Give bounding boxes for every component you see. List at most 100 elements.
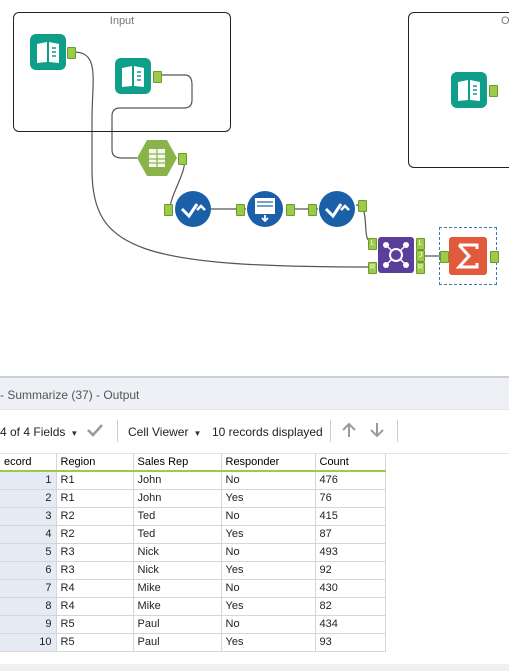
join-output-anchor[interactable]: J xyxy=(416,250,425,262)
cell-record[interactable]: 1 xyxy=(0,471,57,490)
table-row[interactable]: 4 R2 Ted Yes 87 xyxy=(0,525,386,544)
input-anchor[interactable] xyxy=(164,204,173,216)
left-output-anchor[interactable]: L xyxy=(416,238,425,250)
cell-responder[interactable]: No xyxy=(221,507,316,526)
cell-sales-rep[interactable]: Paul xyxy=(133,633,222,652)
cell-responder[interactable]: Yes xyxy=(221,525,316,544)
output-anchor[interactable] xyxy=(178,153,187,165)
cell-responder[interactable]: No xyxy=(221,615,316,634)
input-data-tool[interactable] xyxy=(451,72,498,111)
table-row[interactable]: 10 R5 Paul Yes 93 xyxy=(0,633,386,652)
move-up-button[interactable] xyxy=(340,421,358,442)
table-row[interactable]: 1 R1 John No 476 xyxy=(0,471,386,490)
cell-record[interactable]: 7 xyxy=(0,579,57,598)
cell-sales-rep[interactable]: Mike xyxy=(133,597,222,616)
column-header-count[interactable]: Count xyxy=(315,454,386,472)
input-data-tool[interactable] xyxy=(115,58,162,97)
cell-viewer-dropdown[interactable]: Cell Viewer ▼ xyxy=(128,425,201,439)
cell-record[interactable]: 6 xyxy=(0,561,57,580)
output-anchor[interactable] xyxy=(358,200,367,212)
cell-sales-rep[interactable]: Nick xyxy=(133,543,222,562)
table-row[interactable]: 3 R2 Ted No 415 xyxy=(0,507,386,526)
cell-responder[interactable]: Yes xyxy=(221,561,316,580)
cell-record[interactable]: 10 xyxy=(0,633,57,652)
cell-sales-rep[interactable]: Ted xyxy=(133,507,222,526)
cell-count[interactable]: 434 xyxy=(315,615,386,634)
cell-sales-rep[interactable]: John xyxy=(133,471,222,490)
right-output-anchor[interactable]: R xyxy=(416,262,425,274)
cell-count[interactable]: 93 xyxy=(315,633,386,652)
cell-record[interactable]: 5 xyxy=(0,543,57,562)
cell-responder[interactable]: No xyxy=(221,543,316,562)
input-anchor[interactable] xyxy=(440,251,449,263)
input-data-tool[interactable] xyxy=(30,34,76,73)
input-anchor[interactable] xyxy=(236,204,245,216)
cell-responder[interactable]: Yes xyxy=(221,633,316,652)
column-header-sales-rep[interactable]: Sales Rep xyxy=(133,454,222,472)
cell-region[interactable]: R4 xyxy=(56,579,134,598)
cell-count[interactable]: 76 xyxy=(315,489,386,508)
summarize-tool[interactable] xyxy=(439,227,499,285)
cell-region[interactable]: R2 xyxy=(56,525,134,544)
cell-count[interactable]: 87 xyxy=(315,525,386,544)
output-anchor[interactable] xyxy=(489,85,498,97)
cell-responder[interactable]: Yes xyxy=(221,489,316,508)
cell-region[interactable]: R3 xyxy=(56,543,134,562)
book-icon xyxy=(30,34,66,70)
book-icon xyxy=(115,58,151,94)
table-row[interactable]: 2 R1 John Yes 76 xyxy=(0,489,386,508)
column-header-responder[interactable]: Responder xyxy=(221,454,316,472)
cell-record[interactable]: 8 xyxy=(0,597,57,616)
cell-region[interactable]: R3 xyxy=(56,561,134,580)
cell-count[interactable]: 415 xyxy=(315,507,386,526)
input-anchor[interactable] xyxy=(308,204,317,216)
text-to-columns-tool[interactable] xyxy=(137,140,187,179)
cell-sales-rep[interactable]: John xyxy=(133,489,222,508)
cell-record[interactable]: 2 xyxy=(0,489,57,508)
cell-viewer-label: Cell Viewer xyxy=(128,425,189,439)
cell-record[interactable]: 3 xyxy=(0,507,57,526)
left-input-anchor[interactable]: L xyxy=(368,238,377,250)
chevron-down-icon: ▼ xyxy=(193,429,202,438)
output-anchor[interactable] xyxy=(153,71,162,83)
arrow-up-icon xyxy=(342,422,356,437)
cell-region[interactable]: R2 xyxy=(56,507,134,526)
cell-count[interactable]: 430 xyxy=(315,579,386,598)
results-grid[interactable]: ecord Region Sales Rep Responder Count 1… xyxy=(0,454,386,652)
cell-responder[interactable]: No xyxy=(221,579,316,598)
fields-dropdown[interactable]: 4 of 4 Fields ▼ xyxy=(0,425,78,439)
cell-sales-rep[interactable]: Nick xyxy=(133,561,222,580)
apply-check-button[interactable] xyxy=(86,421,104,442)
cell-region[interactable]: R5 xyxy=(56,633,134,652)
table-row[interactable]: 7 R4 Mike No 430 xyxy=(0,579,386,598)
cell-record[interactable]: 4 xyxy=(0,525,57,544)
cell-sales-rep[interactable]: Paul xyxy=(133,615,222,634)
output-anchor[interactable] xyxy=(490,251,499,263)
output-anchor[interactable] xyxy=(286,204,295,216)
checkmark-icon xyxy=(87,424,103,437)
cell-count[interactable]: 493 xyxy=(315,543,386,562)
column-header-record[interactable]: ecord xyxy=(0,454,57,472)
cell-responder[interactable]: Yes xyxy=(221,597,316,616)
workflow-canvas[interactable]: Input O L R L J R xyxy=(0,0,509,375)
table-row[interactable]: 5 R3 Nick No 493 xyxy=(0,543,386,562)
cell-sales-rep[interactable]: Mike xyxy=(133,579,222,598)
cell-count[interactable]: 82 xyxy=(315,597,386,616)
cell-record[interactable]: 9 xyxy=(0,615,57,634)
table-row[interactable]: 9 R5 Paul No 434 xyxy=(0,615,386,634)
cell-region[interactable]: R1 xyxy=(56,489,134,508)
cell-sales-rep[interactable]: Ted xyxy=(133,525,222,544)
table-row[interactable]: 6 R3 Nick Yes 92 xyxy=(0,561,386,580)
column-header-region[interactable]: Region xyxy=(56,454,134,472)
right-input-anchor[interactable]: R xyxy=(368,262,377,274)
cell-count[interactable]: 476 xyxy=(315,471,386,490)
move-down-button[interactable] xyxy=(368,421,386,442)
cell-responder[interactable]: No xyxy=(221,471,316,490)
cell-count[interactable]: 92 xyxy=(315,561,386,580)
cell-region[interactable]: R4 xyxy=(56,597,134,616)
cell-region[interactable]: R1 xyxy=(56,471,134,490)
cell-region[interactable]: R5 xyxy=(56,615,134,634)
table-row[interactable]: 8 R4 Mike Yes 82 xyxy=(0,597,386,616)
checkmark-icon xyxy=(319,191,355,227)
output-anchor[interactable] xyxy=(67,47,76,59)
